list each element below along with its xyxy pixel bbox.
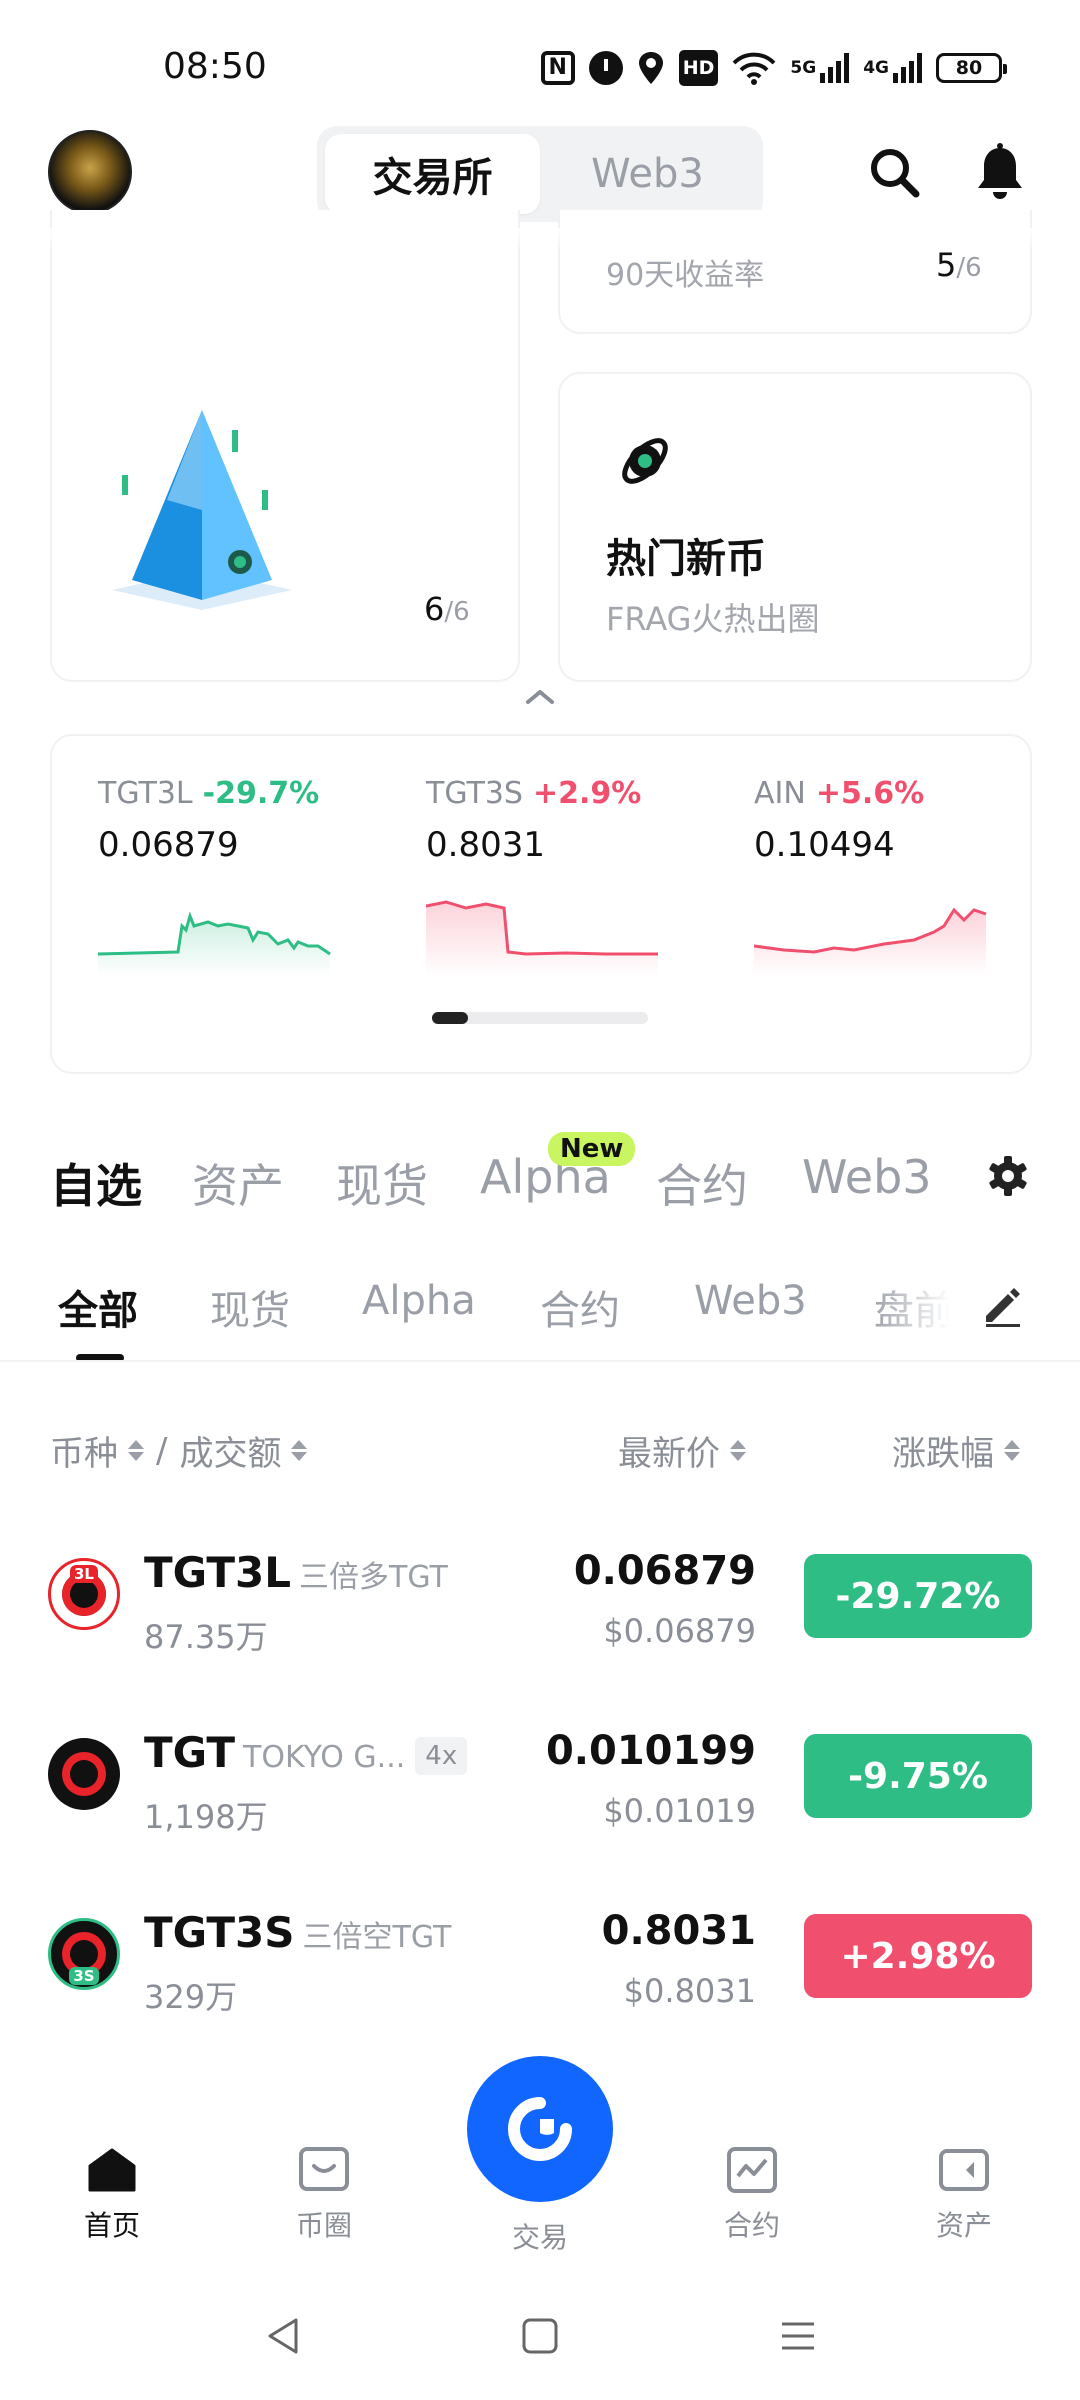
tab-futures[interactable]: 合约: [656, 1150, 748, 1216]
wifi-icon: [732, 52, 776, 85]
search-icon[interactable]: [866, 144, 922, 200]
status-bar: 08:50 N HD 5G 4G 80: [0, 0, 1080, 120]
nav-home[interactable]: 首页: [52, 2146, 172, 2244]
feature-card-pyramid[interactable]: 6/6: [50, 210, 520, 682]
coin-price: 0.010199: [545, 1728, 756, 1774]
alarm-icon: [588, 51, 623, 85]
wallet-icon: [939, 2149, 989, 2191]
exchange-mode-switch: 交易所 Web3: [317, 126, 763, 222]
new-badge: New: [548, 1132, 636, 1166]
page-indicator: 6/6: [424, 590, 470, 628]
change-badge[interactable]: -29.72%: [804, 1554, 1032, 1638]
nav-assets[interactable]: 资产: [904, 2146, 1024, 2244]
status-icons: N HD 5G 4G 80: [540, 48, 1007, 88]
tab-web3[interactable]: Web3: [802, 1150, 932, 1204]
nav-trade-button[interactable]: [467, 2056, 613, 2202]
signal-5g-icon: 5G: [790, 50, 850, 86]
avatar[interactable]: [48, 130, 132, 214]
tab-web3[interactable]: Web3: [540, 134, 755, 214]
market-ticker-card: TGT3L -29.7% 0.06879 TGT3S +2.9% 0.8031 AI…: [50, 734, 1032, 1074]
home-square-icon[interactable]: [518, 2314, 562, 2358]
ticker-item[interactable]: AIN +5.6% 0.10494: [754, 776, 994, 976]
col-header-coin[interactable]: 币种 / 成交额: [50, 1426, 308, 1475]
sparkline-ain: [754, 907, 987, 976]
ticker-item[interactable]: TGT3L -29.7% 0.06879: [98, 776, 338, 976]
subtab-spot[interactable]: 现货: [210, 1278, 290, 1336]
subtab-alpha[interactable]: Alpha: [362, 1278, 476, 1324]
subtab-fade: [870, 1270, 970, 1350]
subtab-futures[interactable]: 合约: [540, 1278, 620, 1336]
coin-volume: 1,198万: [144, 1798, 268, 1836]
coin-price: 0.06879: [573, 1548, 756, 1594]
gear-icon[interactable]: [986, 1154, 1030, 1198]
menu-icon[interactable]: [776, 2314, 820, 2358]
pyramid-illustration: [112, 410, 292, 610]
table-row[interactable]: 3S TGT3S 三倍空TGT 329万 0.8031 $0.8031 +2.98…: [0, 1880, 1080, 2040]
sort-icon: [730, 1440, 746, 1461]
ticker-item[interactable]: TGT3S +2.9% 0.8031: [426, 776, 666, 976]
sort-icon: [1004, 1440, 1020, 1461]
collapse-chevron-icon[interactable]: [520, 684, 560, 708]
coin-usd-price: $0.8031: [623, 1972, 756, 2010]
bell-icon[interactable]: [972, 142, 1028, 202]
yield-label: 90天收益率: [606, 258, 765, 293]
nav-community[interactable]: 币圈: [264, 2146, 384, 2244]
col-header-change[interactable]: 涨跌幅: [892, 1426, 1020, 1475]
nfc-icon: N: [540, 51, 575, 85]
coin-volume: 329万: [144, 1978, 238, 2016]
coin-volume: 87.35万: [144, 1618, 268, 1656]
subtab-all[interactable]: 全部: [58, 1278, 138, 1336]
nav-futures[interactable]: 合约: [692, 2146, 812, 2244]
hot-coins-title: 热门新币: [606, 536, 766, 582]
coin-fullname: 三倍多TGT: [299, 1560, 448, 1595]
tab-favorites[interactable]: 自选: [50, 1150, 142, 1216]
hd-icon: HD: [678, 50, 719, 86]
leverage-badge: 4x: [415, 1736, 468, 1775]
divider: [0, 1360, 1080, 1362]
tab-spot[interactable]: 现货: [336, 1150, 428, 1216]
coin-fullname: TOKYO G...: [243, 1740, 406, 1775]
edit-icon[interactable]: [980, 1284, 1024, 1328]
coin-fullname: 三倍空TGT: [302, 1920, 452, 1955]
change-badge[interactable]: +2.98%: [804, 1914, 1032, 1998]
coin-symbol: TGT3L: [144, 1548, 292, 1597]
new-coin-icon: [622, 438, 668, 484]
sparkline-tgt3l: [98, 911, 331, 976]
battery-icon: 80: [936, 53, 1007, 83]
coin-symbol: TGT: [144, 1728, 236, 1777]
status-time: 08:50: [163, 46, 267, 87]
coin-icon: [48, 1738, 120, 1810]
table-row[interactable]: 3L TGT3L 三倍多TGT 87.35万 0.06879 $0.06879 -…: [0, 1520, 1080, 1680]
tab-exchange[interactable]: 交易所: [325, 134, 540, 214]
subtab-web3[interactable]: Web3: [694, 1278, 807, 1324]
sparkline-tgt3s: [426, 900, 658, 976]
coin-icon: 3S: [48, 1918, 120, 1990]
coin-usd-price: $0.06879: [603, 1612, 756, 1650]
change-badge[interactable]: -9.75%: [804, 1734, 1032, 1818]
col-header-price[interactable]: 最新价: [618, 1426, 746, 1475]
tab-assets[interactable]: 资产: [192, 1150, 284, 1216]
nav-trade-label: 交易: [511, 2221, 568, 2254]
signal-4g-icon: 4G: [863, 50, 922, 86]
community-icon: [299, 2147, 349, 2191]
system-nav-bar: [0, 2280, 1080, 2400]
filter-tabs: 全部 现货 Alpha 合约 Web3 盘前: [50, 1270, 1080, 1362]
coin-price: 0.8031: [601, 1908, 756, 1954]
sort-icon: [128, 1440, 144, 1461]
home-icon: [88, 2148, 136, 2192]
location-icon: [638, 52, 663, 84]
ticker-scroll-indicator: [432, 1012, 648, 1024]
table-row[interactable]: TGT TOKYO G... 4x 1,198万 0.010199 $0.01019…: [0, 1700, 1080, 1860]
sort-icon: [291, 1440, 308, 1461]
trade-icon: [508, 2097, 572, 2161]
futures-icon: [727, 2147, 777, 2193]
coin-icon: 3L: [48, 1558, 120, 1630]
coin-symbol: TGT3S: [144, 1908, 295, 1957]
hot-coins-subtitle: FRAG火热出圈: [606, 600, 820, 638]
watchlist-tabs: 自选 资产 现货 Alpha New 合约 Web3: [50, 1132, 1032, 1230]
header-fade: [0, 228, 1080, 252]
coin-usd-price: $0.01019: [603, 1792, 756, 1830]
back-icon[interactable]: [262, 2314, 306, 2358]
feature-card-hot-coins[interactable]: 热门新币 FRAG火热出圈: [558, 372, 1032, 682]
